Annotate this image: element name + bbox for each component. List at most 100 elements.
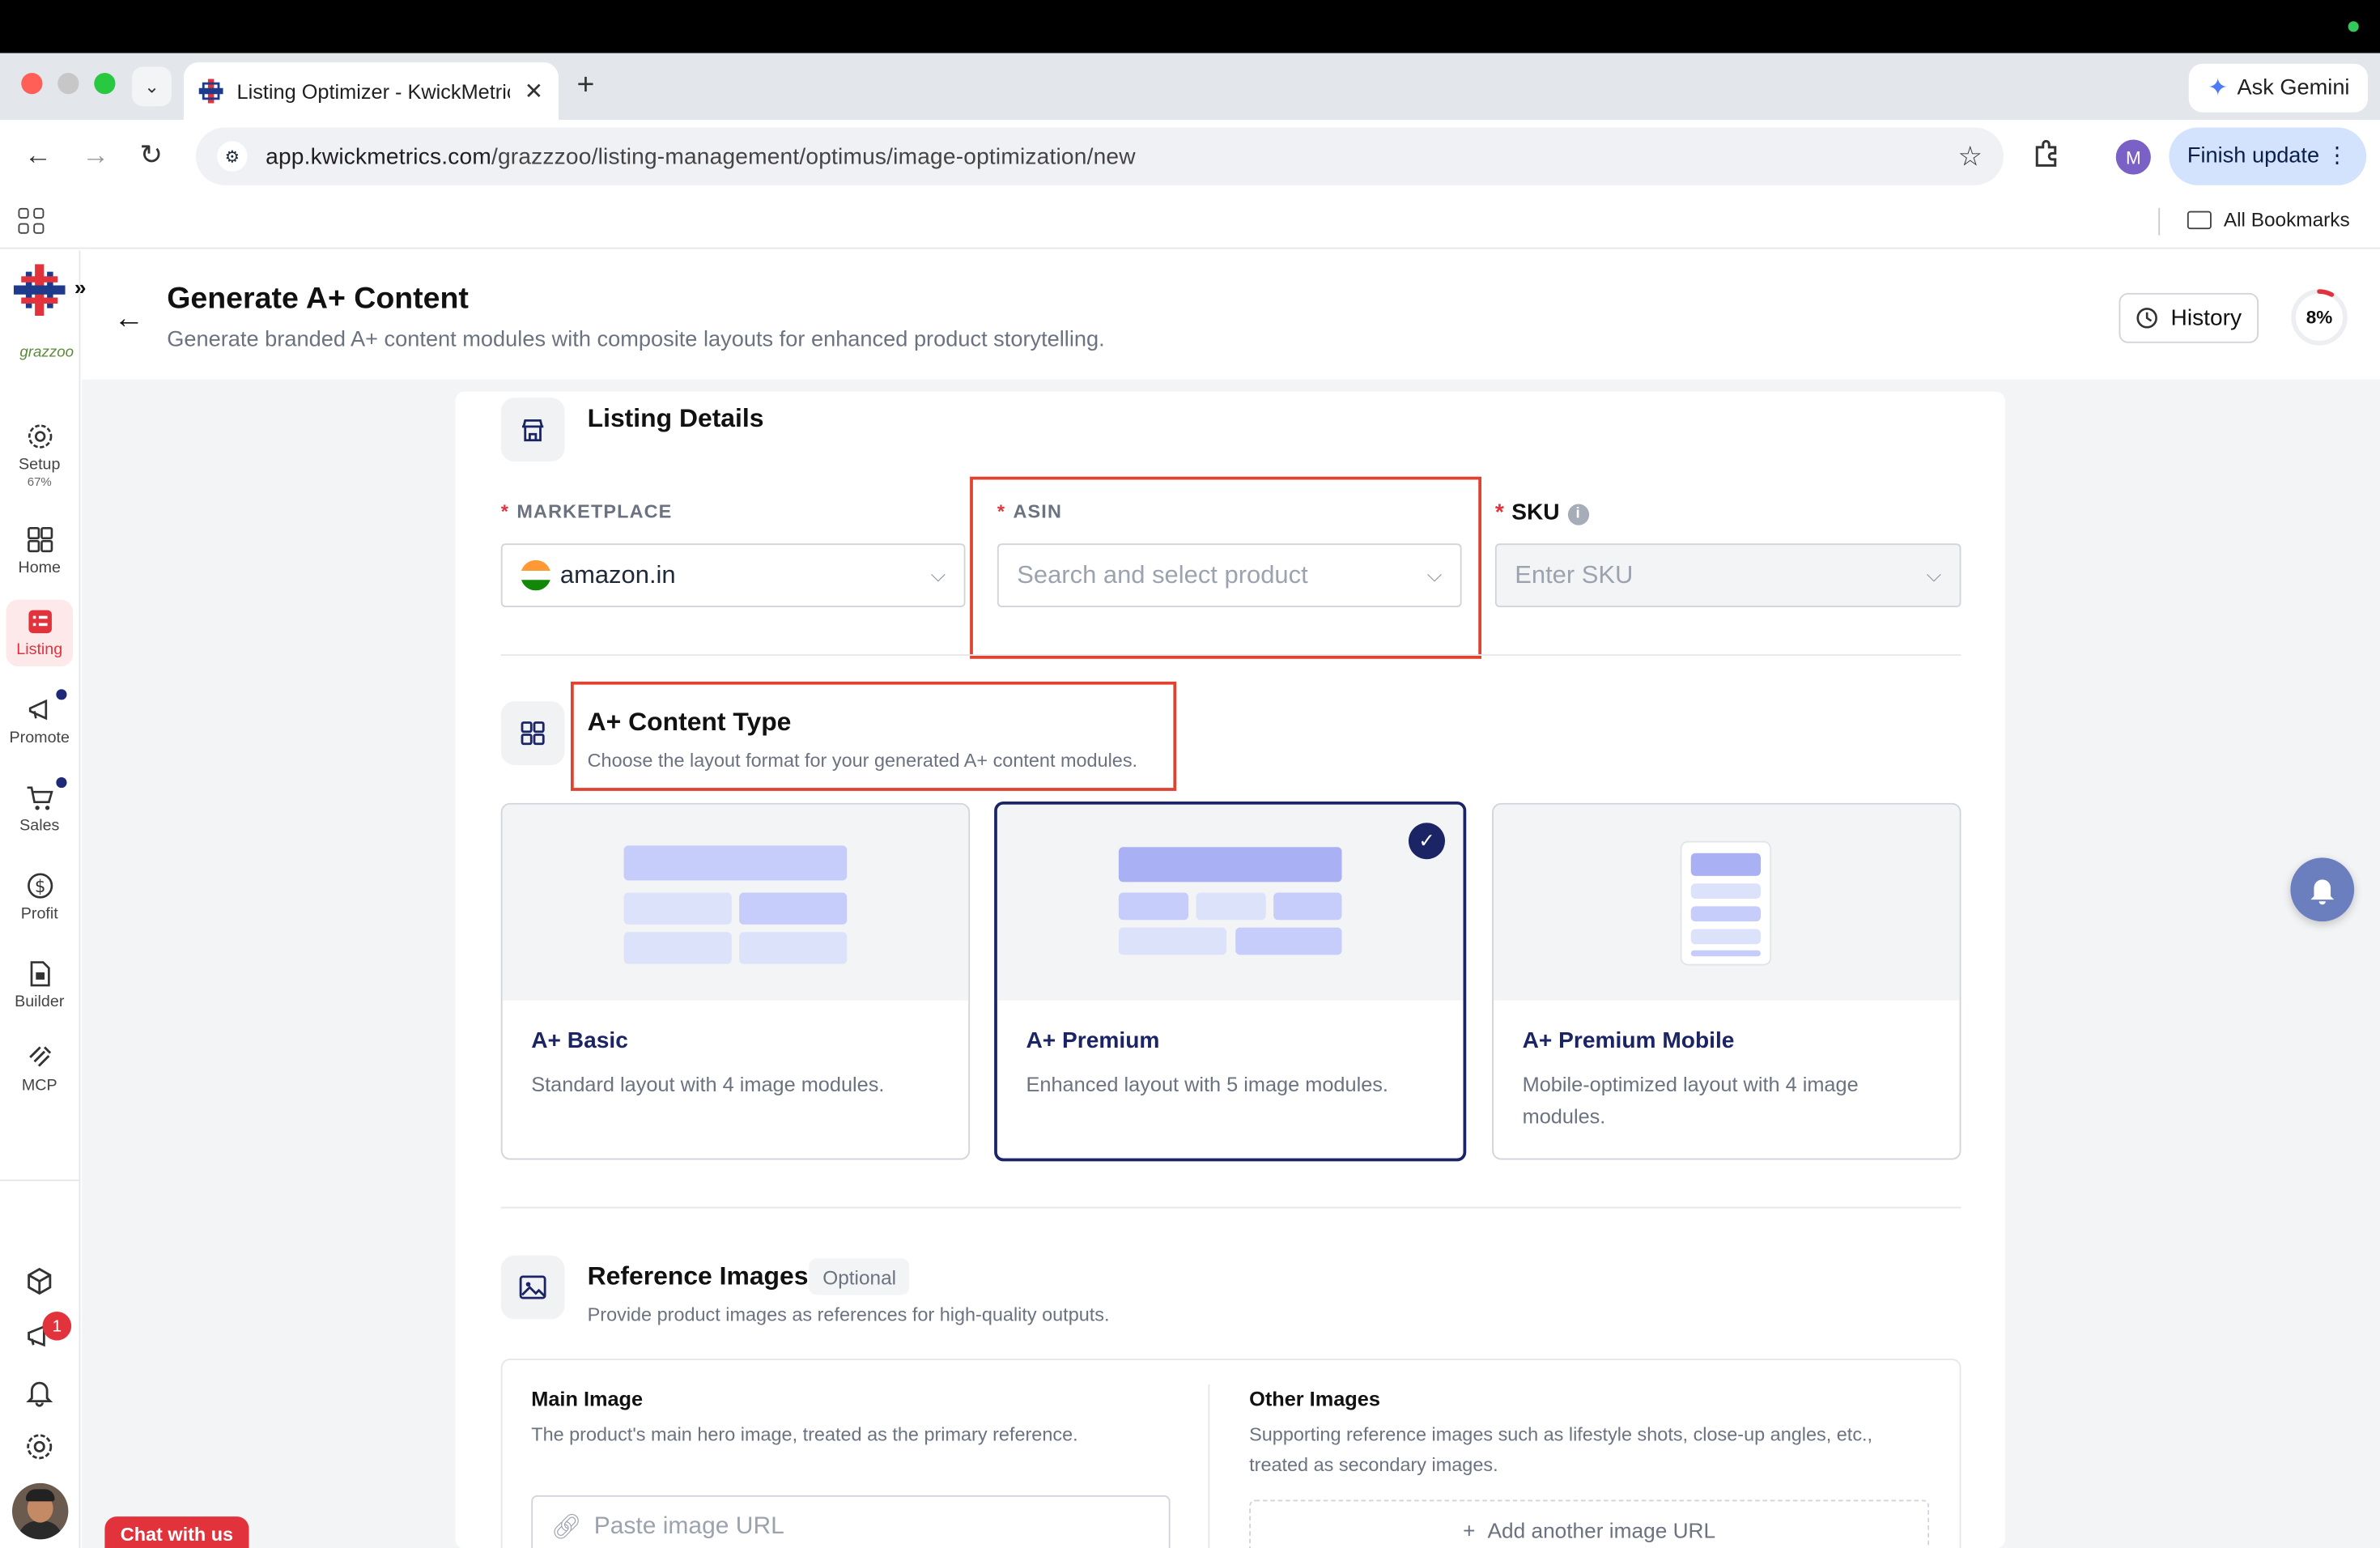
settings-icon[interactable]: [24, 1431, 55, 1462]
setup-progress: 67%: [27, 474, 52, 489]
back-icon[interactable]: ←: [24, 140, 52, 172]
option-card-premium-mobile[interactable]: A+ Premium Mobile Mobile-optimized layou…: [1492, 802, 1961, 1160]
sidebar-item-sales[interactable]: Sales: [6, 784, 74, 836]
bookmark-star-icon[interactable]: ☆: [1957, 140, 1982, 172]
sidebar-item-promote[interactable]: Promote: [6, 695, 74, 747]
other-images-description: Supporting reference images such as life…: [1249, 1423, 1873, 1476]
section-divider: [500, 1206, 1961, 1209]
browser-toolbar: ← → ↻ ⚙ app.kwickmetrics.com/grazzzoo/li…: [0, 120, 2380, 194]
sidebar-item-label: Sales: [19, 816, 60, 836]
grid-icon: [27, 526, 53, 553]
history-clock-icon: [2136, 308, 2158, 329]
option-card-basic[interactable]: A+ Basic Standard layout with 4 image mo…: [500, 802, 971, 1160]
option-description: Mobile-optimized layout with 4 image mod…: [1522, 1073, 1859, 1129]
marketplace-label: * MARKETPLACE: [500, 500, 673, 522]
address-bar[interactable]: ⚙ app.kwickmetrics.com/grazzzoo/listing-…: [195, 127, 2004, 185]
plus-icon: +: [1463, 1518, 1476, 1542]
marketplace-value: amazon.in: [559, 560, 676, 589]
store-icon: [500, 398, 565, 461]
progress-percent: 8%: [2306, 306, 2333, 328]
sku-label: * SKU i: [1495, 500, 1589, 525]
layout-preview: [502, 804, 969, 1001]
tab-list-button[interactable]: ⌄: [132, 66, 172, 107]
sidebar-item-mcp[interactable]: MCP: [6, 1043, 74, 1095]
announcement-count-badge: 1: [42, 1312, 72, 1341]
extensions-icon[interactable]: [2033, 139, 2062, 169]
panel-divider: [1208, 1384, 1210, 1548]
brand-logo[interactable]: grazzoo: [19, 345, 74, 362]
page-title: Generate A+ Content: [167, 282, 469, 316]
browser-tab[interactable]: Listing Optimizer - KwickMetrics ✕: [183, 62, 559, 121]
minimize-window-button[interactable]: [57, 73, 79, 95]
highlight-box-content-type: [571, 681, 1177, 791]
history-button[interactable]: History: [2119, 292, 2259, 343]
sales-notification-dot: [56, 777, 67, 789]
bookmarks-bar: All Bookmarks: [0, 194, 2380, 249]
profile-avatar[interactable]: M: [2115, 139, 2151, 175]
sidebar-divider: [0, 1179, 81, 1181]
option-name: A+ Basic: [531, 1027, 628, 1054]
option-description: Enhanced layout with 5 image modules.: [1026, 1073, 1388, 1096]
selected-check-icon: ✓: [1409, 823, 1445, 860]
chevron-down-icon: ⌵: [930, 563, 946, 586]
cart-icon: [26, 786, 53, 810]
highlight-box-asin: [970, 476, 1481, 659]
option-card-premium[interactable]: ✓ A+ Premium Enhanced layout with 5 imag…: [994, 802, 1467, 1162]
main-image-label: Main Image: [531, 1387, 644, 1410]
back-arrow-icon[interactable]: ←: [114, 302, 145, 337]
bell-icon: [2310, 879, 2335, 905]
finish-update-label: Finish update: [2187, 144, 2320, 169]
kwickmetrics-logo[interactable]: [13, 264, 66, 316]
sidebar-item-builder[interactable]: Builder: [6, 959, 74, 1011]
user-avatar[interactable]: [12, 1482, 69, 1540]
notification-bell-button[interactable]: [2290, 857, 2355, 922]
ask-gemini-label: Ask Gemini: [2237, 75, 2350, 100]
gear-icon: [28, 424, 52, 449]
status-dot: [2348, 21, 2359, 32]
promote-notification-dot: [56, 689, 67, 700]
add-image-url-label: Add another image URL: [1487, 1518, 1716, 1542]
folder-icon: [2187, 210, 2212, 229]
sidebar-item-profit[interactable]: $ Profit: [6, 871, 74, 923]
info-icon[interactable]: i: [1566, 504, 1589, 525]
box-icon[interactable]: [24, 1266, 55, 1297]
option-name: A+ Premium: [1026, 1027, 1160, 1054]
bookmarks-divider: [2158, 207, 2161, 236]
bell-icon[interactable]: [24, 1377, 55, 1408]
reload-icon[interactable]: ↻: [140, 140, 163, 172]
listing-details-title: Listing Details: [587, 403, 764, 433]
main-image-url-input[interactable]: 🔗︎ Paste image URL: [531, 1495, 1171, 1548]
finish-update-button[interactable]: Finish update ⋮: [2169, 127, 2367, 185]
sidebar-item-label: Profit: [20, 904, 58, 924]
forward-icon[interactable]: →: [82, 140, 109, 172]
sku-placeholder: Enter SKU: [1515, 560, 1634, 589]
svg-text:$: $: [34, 877, 45, 897]
apps-icon[interactable]: [18, 207, 45, 234]
system-menu-bar: [0, 0, 2380, 53]
expand-sidebar-icon[interactable]: »: [74, 274, 87, 299]
marketplace-select[interactable]: amazon.in ⌵: [500, 543, 966, 607]
sku-select[interactable]: Enter SKU ⌵: [1494, 543, 1961, 607]
section-divider: [500, 654, 1961, 656]
reference-images-title: Reference Images: [587, 1261, 809, 1291]
sidebar-item-home[interactable]: Home: [6, 525, 74, 577]
chevron-down-icon: ⌄: [144, 75, 159, 97]
link-icon: 🔗︎: [550, 1515, 582, 1542]
chat-with-us-button[interactable]: Chat with us: [104, 1516, 249, 1548]
sidebar-item-listing[interactable]: Listing: [6, 599, 73, 667]
sidebar-item-setup[interactable]: Setup 67%: [6, 422, 74, 489]
new-tab-button[interactable]: +: [577, 68, 595, 103]
mcp-icon: [28, 1046, 51, 1067]
megaphone-icon: [28, 699, 47, 721]
close-window-button[interactable]: [21, 73, 43, 95]
ask-gemini-button[interactable]: ✦ Ask Gemini: [2189, 63, 2368, 113]
tab-title: Listing Optimizer - KwickMetrics: [236, 79, 511, 103]
india-flag-icon: [521, 559, 551, 591]
option-description: Standard layout with 4 image modules.: [531, 1073, 885, 1096]
maximize-window-button[interactable]: [94, 73, 116, 95]
close-tab-icon[interactable]: ✕: [525, 78, 544, 105]
image-icon: [500, 1255, 565, 1320]
add-image-url-button[interactable]: + Add another image URL: [1249, 1499, 1930, 1548]
all-bookmarks-button[interactable]: All Bookmarks: [2187, 208, 2350, 231]
site-settings-icon[interactable]: ⚙: [217, 141, 248, 172]
